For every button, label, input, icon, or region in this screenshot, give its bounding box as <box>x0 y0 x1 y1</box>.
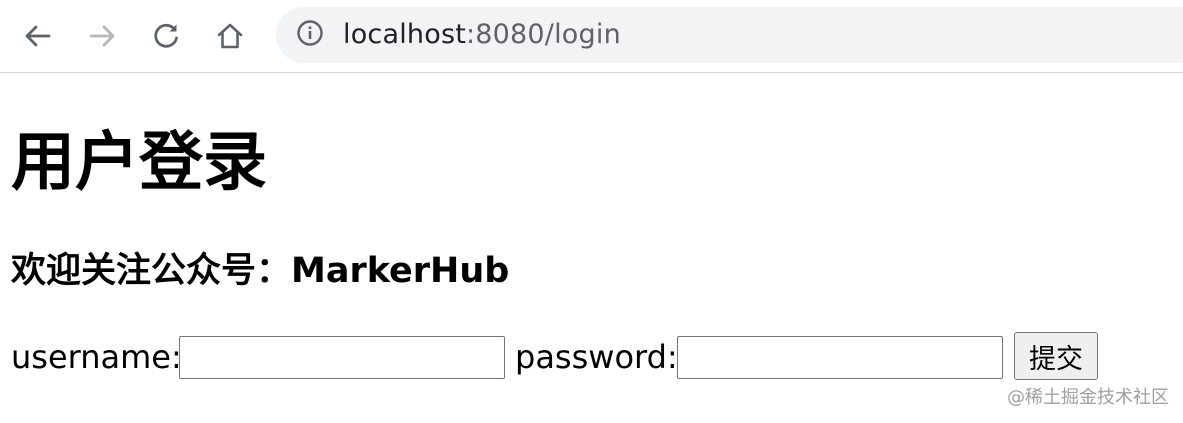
back-button[interactable] <box>18 16 58 56</box>
password-label: password: <box>515 338 678 376</box>
forward-button[interactable] <box>82 16 122 56</box>
page-title: 用户登录 <box>11 126 267 200</box>
home-button[interactable] <box>210 16 250 56</box>
username-input[interactable] <box>179 336 505 379</box>
site-info-button[interactable] <box>296 19 324 51</box>
url-host: localhost <box>343 19 466 50</box>
url-path: :8080/login <box>466 19 621 50</box>
submit-button[interactable]: 提交 <box>1014 332 1098 380</box>
reload-icon <box>151 21 181 51</box>
browser-toolbar: localhost:8080/login <box>0 0 1183 73</box>
password-input[interactable] <box>677 336 1003 379</box>
username-label: username: <box>11 338 182 376</box>
reload-button[interactable] <box>146 16 186 56</box>
page-content: 用户登录 欢迎关注公众号：MarkerHub username: passwor… <box>0 73 1183 423</box>
page-subtitle: 欢迎关注公众号：MarkerHub <box>11 251 510 291</box>
arrow-left-icon <box>23 21 53 51</box>
url-text[interactable]: localhost:8080/login <box>343 19 621 51</box>
home-icon <box>215 21 245 51</box>
watermark: @稀土掘金技术社区 <box>1007 387 1169 408</box>
info-icon <box>296 19 324 51</box>
arrow-right-icon <box>87 21 117 51</box>
address-bar[interactable]: localhost:8080/login <box>276 7 1183 63</box>
login-form: username: password: 提交 <box>11 328 1171 388</box>
